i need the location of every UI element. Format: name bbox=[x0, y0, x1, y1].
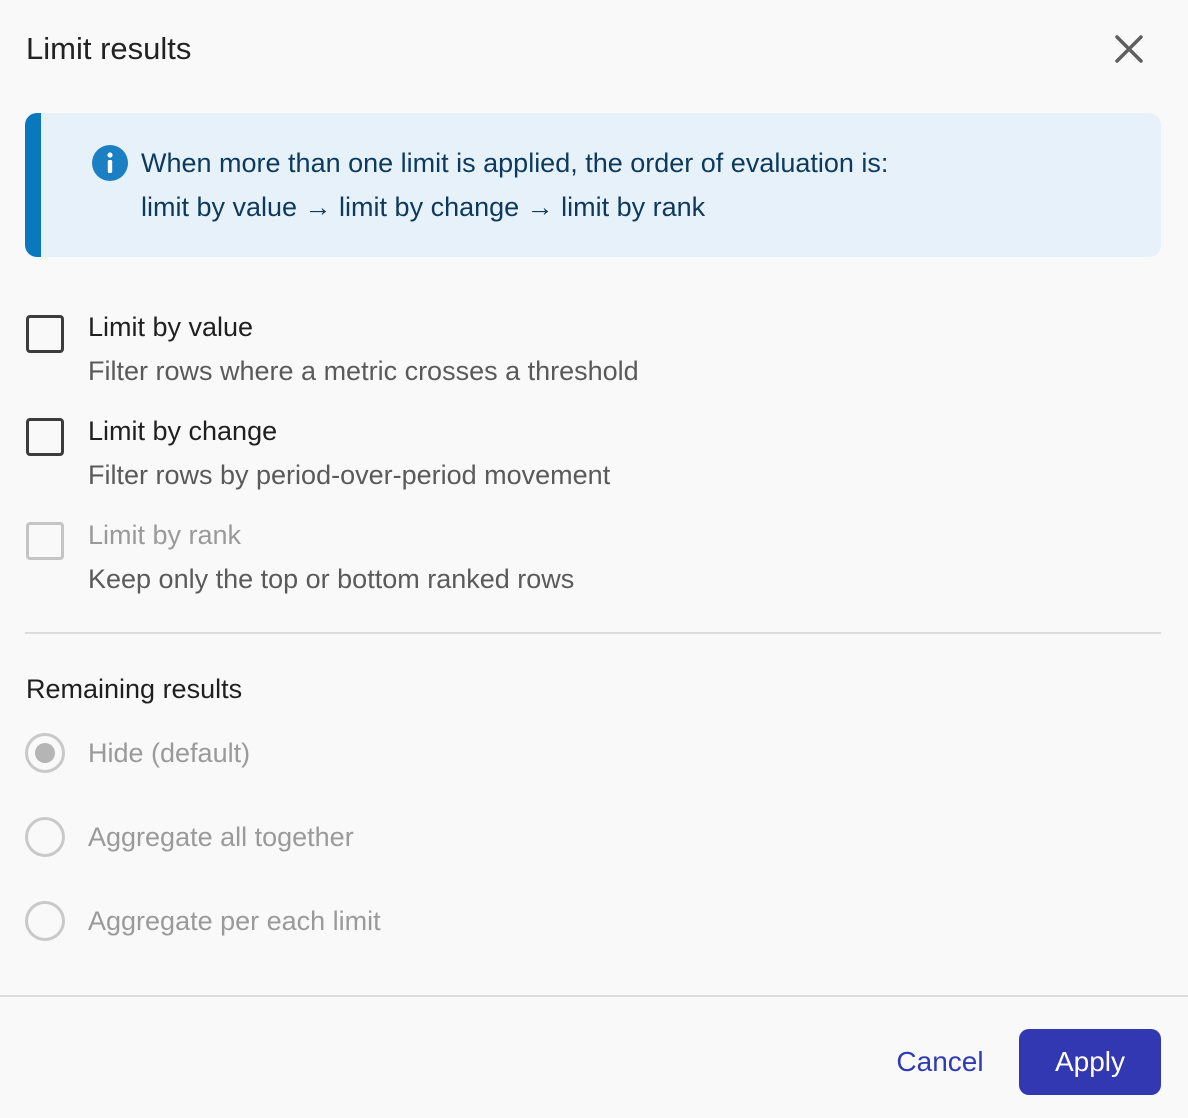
info-banner: When more than one limit is applied, the… bbox=[25, 113, 1161, 257]
limit-by-rank-description: Keep only the top or bottom ranked rows bbox=[88, 564, 575, 594]
limit-by-change-description: Filter rows by period-over-period moveme… bbox=[88, 460, 611, 490]
info-icon bbox=[91, 144, 129, 182]
hide-default-label: Hide (default) bbox=[88, 738, 251, 768]
limit-by-rank-checkbox bbox=[26, 522, 64, 560]
limit-by-value-label[interactable]: Limit by value bbox=[88, 310, 253, 344]
close-button[interactable] bbox=[1108, 28, 1150, 70]
remaining-results-title: Remaining results bbox=[26, 674, 243, 704]
limit-by-value-checkbox[interactable] bbox=[26, 315, 64, 353]
info-text-line-2: limit by value → limit by change → limit… bbox=[141, 192, 706, 222]
dialog-title: Limit results bbox=[26, 31, 192, 66]
hide-default-radio bbox=[25, 733, 65, 773]
aggregate-per-each-limit-radio bbox=[25, 901, 65, 941]
limit-by-value-description: Filter rows where a metric crosses a thr… bbox=[88, 356, 639, 386]
close-icon bbox=[1108, 28, 1150, 70]
info-text-line-1: When more than one limit is applied, the… bbox=[141, 148, 889, 178]
aggregate-per-each-limit-label: Aggregate per each limit bbox=[88, 906, 381, 936]
footer-divider bbox=[0, 995, 1188, 997]
section-divider bbox=[25, 632, 1161, 634]
aggregate-all-together-radio bbox=[25, 817, 65, 857]
limit-by-change-label[interactable]: Limit by change bbox=[88, 414, 277, 448]
limit-results-dialog: Limit results When more than one limit i… bbox=[0, 0, 1188, 1118]
cancel-button[interactable]: Cancel bbox=[878, 1030, 1002, 1094]
aggregate-all-together-label: Aggregate all together bbox=[88, 822, 354, 852]
limit-by-change-checkbox[interactable] bbox=[26, 418, 64, 456]
apply-button[interactable]: Apply bbox=[1019, 1029, 1161, 1095]
radio-selected-dot bbox=[35, 743, 55, 763]
limit-by-rank-label: Limit by rank bbox=[88, 520, 242, 550]
